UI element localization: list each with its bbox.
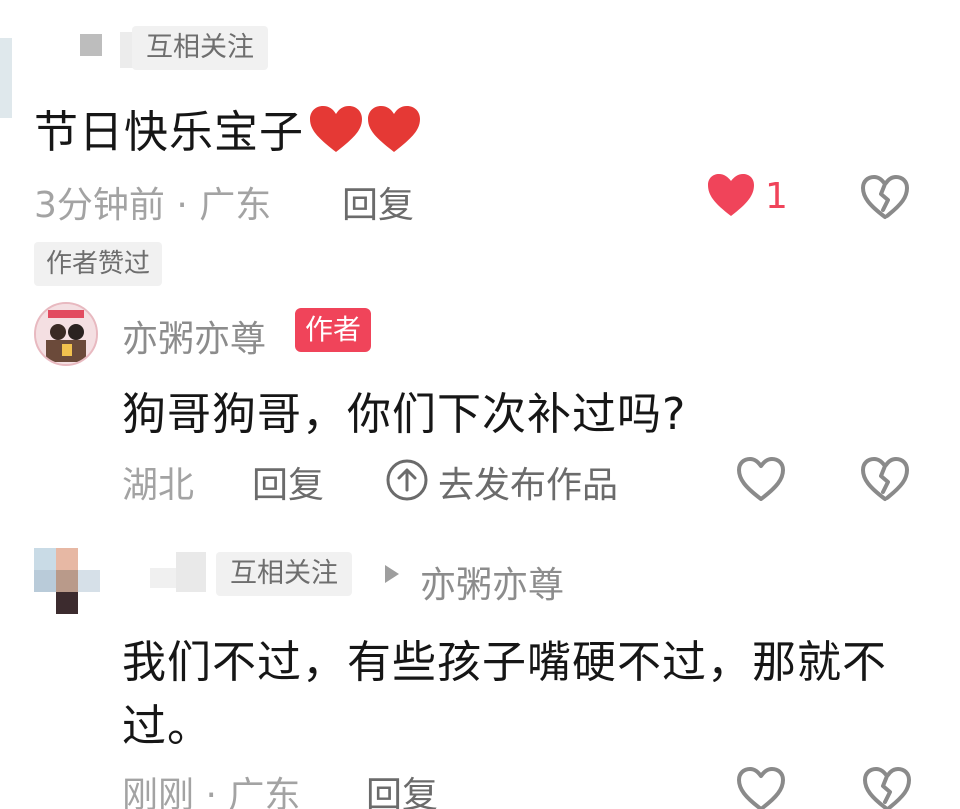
- play-arrow-icon: [382, 562, 402, 590]
- reply-text-line-2[interactable]: 过。: [122, 690, 212, 754]
- broken-heart-icon[interactable]: [860, 174, 910, 224]
- arrow-up-circle-icon[interactable]: [385, 458, 429, 506]
- comment-meta: 3分钟前 · 广东: [34, 185, 272, 226]
- avatar-blurred[interactable]: [0, 38, 12, 118]
- mutual-follow-tag: 互相关注: [132, 26, 268, 70]
- reply-button[interactable]: 回复: [366, 766, 438, 809]
- reply-to-username[interactable]: 亦粥亦尊: [420, 556, 564, 608]
- liked-by-author-tag: 作者赞过: [34, 242, 163, 286]
- reply-button[interactable]: 回复: [342, 176, 414, 228]
- reply-text-line-1[interactable]: 我们不过，有些孩子嘴硬不过，那就不: [122, 626, 887, 690]
- heart-emoji: [308, 104, 420, 167]
- comment-thread: 互相关注 节日快乐宝子 3分钟前 · 广东 回复 1 作者赞过 亦粥亦尊 作者 …: [0, 0, 960, 809]
- heart-outline-icon[interactable]: [736, 456, 786, 506]
- reply-button[interactable]: 回复: [252, 456, 324, 508]
- broken-heart-icon[interactable]: [860, 456, 910, 506]
- author-username[interactable]: 亦粥亦尊: [122, 310, 266, 362]
- heart-outline-icon[interactable]: [736, 766, 786, 809]
- reply-location: 湖北: [122, 465, 195, 506]
- heart-filled-icon[interactable]: [706, 172, 756, 222]
- comment-text[interactable]: 节日快乐宝子: [34, 96, 420, 167]
- broken-heart-icon[interactable]: [862, 766, 912, 809]
- username-blurred[interactable]: [80, 34, 102, 56]
- reply-text[interactable]: 狗哥狗哥，你们下次补过吗?: [122, 378, 686, 442]
- publish-work-button[interactable]: 去发布作品: [438, 456, 618, 508]
- comment-meta: 刚刚 · 广东: [122, 775, 301, 809]
- avatar-blurred[interactable]: [34, 548, 104, 618]
- author-avatar[interactable]: [34, 302, 98, 366]
- mutual-follow-tag: 互相关注: [216, 552, 352, 596]
- comment-body: 节日快乐宝子: [34, 107, 304, 158]
- username-blurred-2: [176, 552, 206, 592]
- author-badge: 作者: [295, 308, 372, 352]
- like-count: 1: [765, 176, 788, 217]
